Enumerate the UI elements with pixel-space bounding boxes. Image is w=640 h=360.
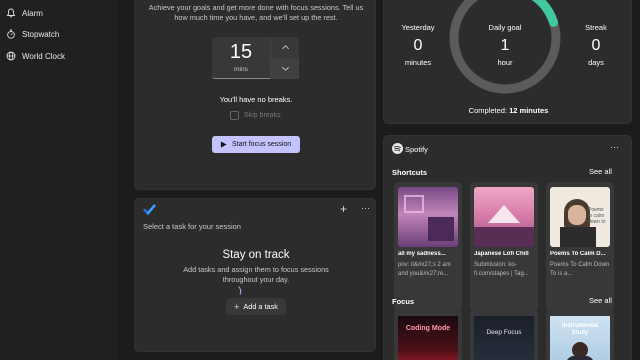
sidebar-item-alarm[interactable]: Alarm [0, 2, 118, 24]
decrement-button[interactable] [270, 58, 299, 79]
start-focus-button[interactable]: Start focus session [212, 136, 300, 153]
sidebar-item-label: Stopwatch [22, 29, 60, 39]
album-art: Coding Mode [398, 316, 458, 360]
album-art: Instrumental Study [550, 316, 610, 360]
completed-text: Completed: 12 minutes [384, 106, 633, 115]
add-task-button[interactable]: + Add a task [226, 298, 286, 315]
minutes-value: 15 [229, 41, 253, 63]
yesterday-label: Yesterday [401, 23, 435, 32]
add-task-label: Add a task [243, 302, 278, 311]
bell-icon [6, 8, 16, 18]
streak-value: 0 [591, 37, 601, 54]
breaks-text: You'll have no breaks. [219, 95, 293, 104]
goal-value: 1 [500, 37, 510, 54]
streak-unit: days [588, 58, 604, 67]
globe-icon [6, 51, 16, 61]
album-art [474, 187, 534, 247]
sidebar: Alarm Stopwatch World Clock [0, 0, 118, 360]
completed-label: Completed: [468, 106, 508, 115]
focus-playlist-title: Deep Focus [486, 329, 522, 336]
shortcut-subtitle: Submission: ko-fi.com/stapes | Tag... [474, 262, 529, 277]
skip-breaks-checkbox[interactable] [230, 111, 239, 120]
minutes-stepper[interactable]: 15 mins [212, 37, 299, 79]
start-focus-label: Start focus session [232, 141, 292, 148]
album-art: Deep Focus [474, 316, 534, 360]
album-art-caption: Poems to calm down to [588, 207, 606, 225]
completed-value: 12 minutes [509, 106, 549, 115]
plus-icon: + [234, 301, 240, 312]
yesterday-value: 0 [413, 37, 423, 54]
shortcut-tile-2[interactable]: Japanese Lofi Chill Submission: ko-fi.co… [470, 182, 538, 312]
sidebar-item-world-clock[interactable]: World Clock [0, 45, 118, 67]
streak-label: Streak [585, 23, 607, 32]
add-task-icon[interactable]: + [340, 203, 347, 215]
yesterday-unit: minutes [404, 58, 432, 67]
goal-unit: hour [497, 58, 513, 67]
play-icon [220, 141, 227, 148]
shortcut-subtitle: Poems To Calm Down To is a... [550, 262, 610, 277]
shortcuts-see-all-link[interactable]: See all [589, 167, 612, 176]
shortcut-tile-1[interactable]: all my sadness... pov: it&#x27;s 2 am an… [394, 182, 462, 312]
focus-playlist-title: Coding Mode [405, 325, 451, 332]
focus-see-all-link[interactable]: See all [589, 296, 612, 305]
tasks-body: Add tasks and assign them to focus sessi… [183, 265, 329, 284]
sidebar-item-label: World Clock [22, 51, 65, 61]
spotify-logo-icon [392, 143, 403, 154]
shortcut-title: Japanese Lofi Chill [474, 251, 529, 257]
shortcuts-heading: Shortcuts [392, 168, 428, 177]
goal-label: Daily goal [488, 23, 522, 32]
minutes-unit: mins [234, 66, 248, 73]
tasks-card: + ··· Select a task for your session Sta… [134, 198, 376, 352]
focus-playlist-tile-1[interactable]: Coding Mode [394, 311, 462, 360]
stopwatch-icon [7, 29, 15, 39]
focus-playlist-title: Instrumental Study [561, 323, 598, 336]
todo-logo-icon [143, 204, 156, 215]
spotify-title: Spotify [405, 145, 428, 154]
sidebar-item-stopwatch[interactable]: Stopwatch [0, 23, 118, 45]
focus-intro: Achieve your goals and get more done wit… [148, 3, 364, 22]
shortcut-tile-3[interactable]: Poems to calm down to Poems To Calm D...… [546, 182, 614, 312]
focus-playlist-tile-3[interactable]: Instrumental Study [546, 311, 614, 360]
focus-playlist-tile-2[interactable]: Deep Focus [470, 311, 538, 360]
focus-session-card: Achieve your goals and get more done wit… [134, 0, 376, 190]
increment-button[interactable] [270, 37, 299, 58]
chevron-down-icon [282, 66, 289, 71]
shortcut-title: Poems To Calm D... [550, 251, 606, 257]
skip-breaks-label: Skip breaks [244, 112, 281, 119]
sidebar-item-label: Alarm [22, 8, 43, 18]
spotify-more-icon[interactable]: ··· [610, 141, 619, 153]
album-art [398, 187, 458, 247]
shortcut-title: all my sadness... [398, 251, 446, 257]
tasks-heading: Stay on track [222, 249, 290, 261]
album-art: Poems to calm down to [550, 187, 610, 247]
chevron-up-icon [282, 45, 289, 50]
daily-progress-card: Yesterday 0 minutes Daily goal 1 hour St… [383, 0, 632, 124]
cursor-icon [238, 286, 242, 295]
shortcut-subtitle: pov: it&#x27;s 2 am and you&#x27;re... [398, 262, 451, 277]
task-select-prompt: Select a task for your session [143, 222, 241, 231]
focus-heading: Focus [392, 297, 415, 306]
more-options-icon[interactable]: ··· [361, 202, 370, 214]
spotify-card: Spotify ··· Shortcuts See all all my sad… [383, 135, 632, 360]
